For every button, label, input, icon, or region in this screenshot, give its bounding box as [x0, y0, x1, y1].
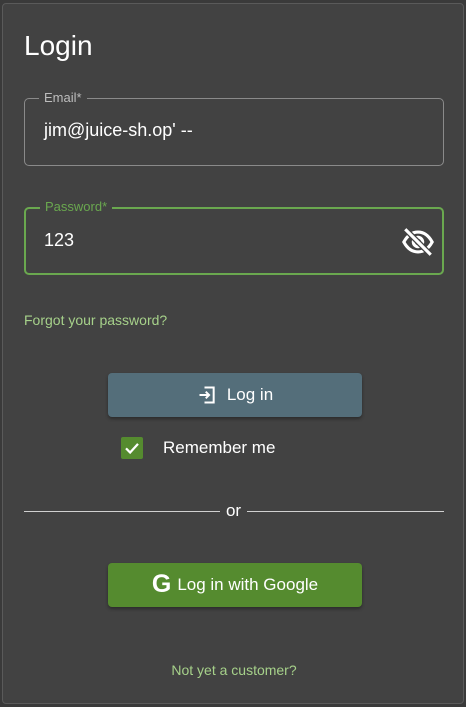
- password-label: Password*: [40, 199, 113, 215]
- email-input[interactable]: jim@juice-sh.op' --: [44, 120, 193, 141]
- google-login-button[interactable]: G Log in with Google: [108, 563, 362, 607]
- login-button-label: Log in: [226, 385, 274, 404]
- checkbox-checked[interactable]: [121, 437, 143, 459]
- register-link[interactable]: Not yet a customer?: [3, 662, 465, 678]
- divider-left: [24, 511, 220, 512]
- eye-off-icon[interactable]: [399, 225, 437, 259]
- remember-me-label: Remember me: [163, 438, 276, 457]
- check-icon: [125, 443, 139, 455]
- login-icon: [199, 386, 215, 404]
- login-button[interactable]: Log in: [108, 373, 362, 417]
- page-title: Login: [24, 30, 93, 61]
- email-field[interactable]: Email* jim@juice-sh.op' --: [24, 90, 444, 166]
- password-field[interactable]: Password* 123: [24, 199, 444, 275]
- password-visibility-toggle[interactable]: [398, 223, 438, 261]
- password-input[interactable]: 123: [44, 230, 74, 251]
- divider-or: or: [225, 501, 242, 520]
- forgot-password-link[interactable]: Forgot your password?: [24, 312, 167, 328]
- remember-me-checkbox[interactable]: Remember me: [121, 436, 275, 460]
- login-card: Login Email* jim@juice-sh.op' -- Passwor…: [2, 3, 464, 704]
- divider-right: [247, 511, 444, 512]
- google-login-label: Log in with Google: [177, 575, 319, 594]
- google-icon: G: [151, 569, 172, 598]
- email-label: Email*: [39, 90, 87, 106]
